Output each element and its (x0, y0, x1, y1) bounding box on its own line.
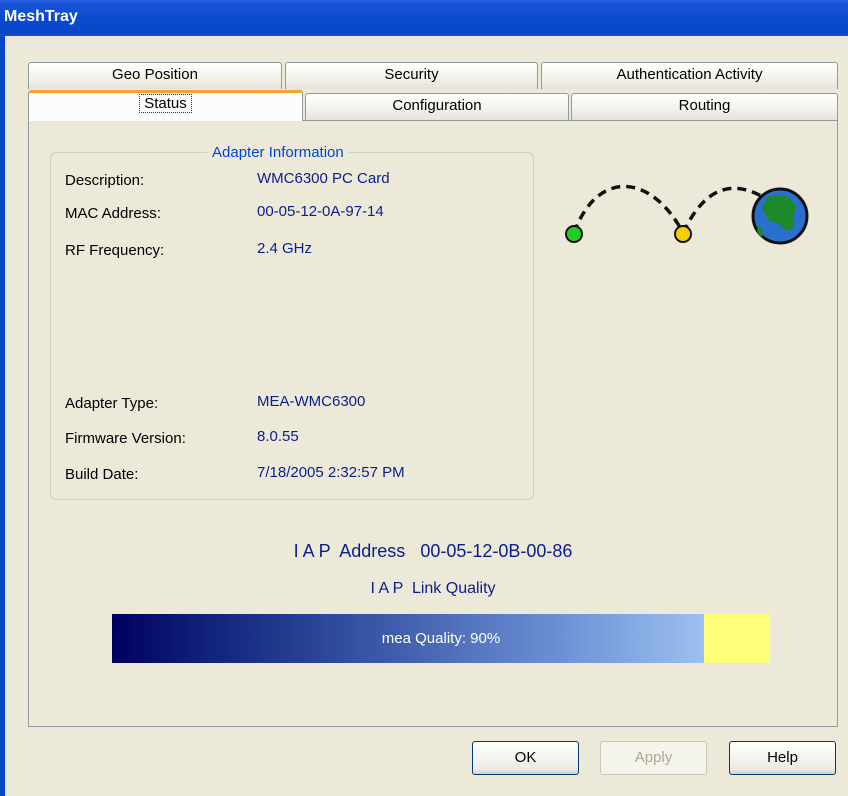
description-value: WMC6300 PC Card (257, 170, 390, 187)
mesh-graphic (565, 184, 809, 245)
globe-icon (751, 187, 809, 245)
green-node-icon (565, 225, 583, 243)
adapter-type-label: Adapter Type: (65, 395, 159, 412)
mac-address-value: 00-05-12-0A-97-14 (257, 203, 384, 220)
adapter-type-value: MEA-WMC6300 (257, 393, 366, 410)
tab-authentication-activity[interactable]: Authentication Activity (541, 62, 838, 89)
tab-status[interactable]: Status (28, 90, 303, 121)
mac-address-label: MAC Address: (65, 205, 161, 222)
rf-frequency-value: 2.4 GHz (257, 240, 313, 257)
tab-status-label: Status (139, 94, 192, 113)
build-date-label: Build Date: (65, 466, 139, 483)
yellow-node-icon (674, 225, 692, 243)
description-label: Description: (65, 172, 145, 189)
firmware-version-label: Firmware Version: (65, 430, 186, 447)
build-date-value: 7/18/2005 2:32:57 PM (257, 464, 405, 481)
help-button[interactable]: Help (729, 741, 836, 775)
iap-address-label: I A P Address (293, 541, 406, 561)
mesh-link-1 (572, 184, 685, 234)
quality-bar: mea Quality: 90% (112, 614, 770, 663)
window-frame-left (0, 36, 5, 796)
adapter-info-legend: Adapter Information (207, 144, 349, 161)
iap-address-value: 00-05-12-0B-00-86 (420, 541, 573, 561)
tab-geo-position[interactable]: Geo Position (28, 62, 282, 89)
tab-routing[interactable]: Routing (571, 93, 838, 120)
window-title: MeshTray (0, 0, 848, 36)
firmware-version-value: 8.0.55 (257, 428, 299, 445)
tab-configuration[interactable]: Configuration (305, 93, 569, 120)
ok-button[interactable]: OK (472, 741, 579, 775)
quality-bar-text: mea Quality: 90% (381, 630, 501, 647)
apply-button[interactable]: Apply (600, 741, 707, 775)
tab-security[interactable]: Security (285, 62, 538, 89)
mesh-link-2 (681, 186, 764, 234)
iap-link-quality-label: I A P Link Quality (370, 580, 496, 597)
rf-frequency-label: RF Frequency: (65, 242, 165, 259)
iap-address-line: I A P Address 00-05-12-0B-00-86 (28, 541, 838, 562)
